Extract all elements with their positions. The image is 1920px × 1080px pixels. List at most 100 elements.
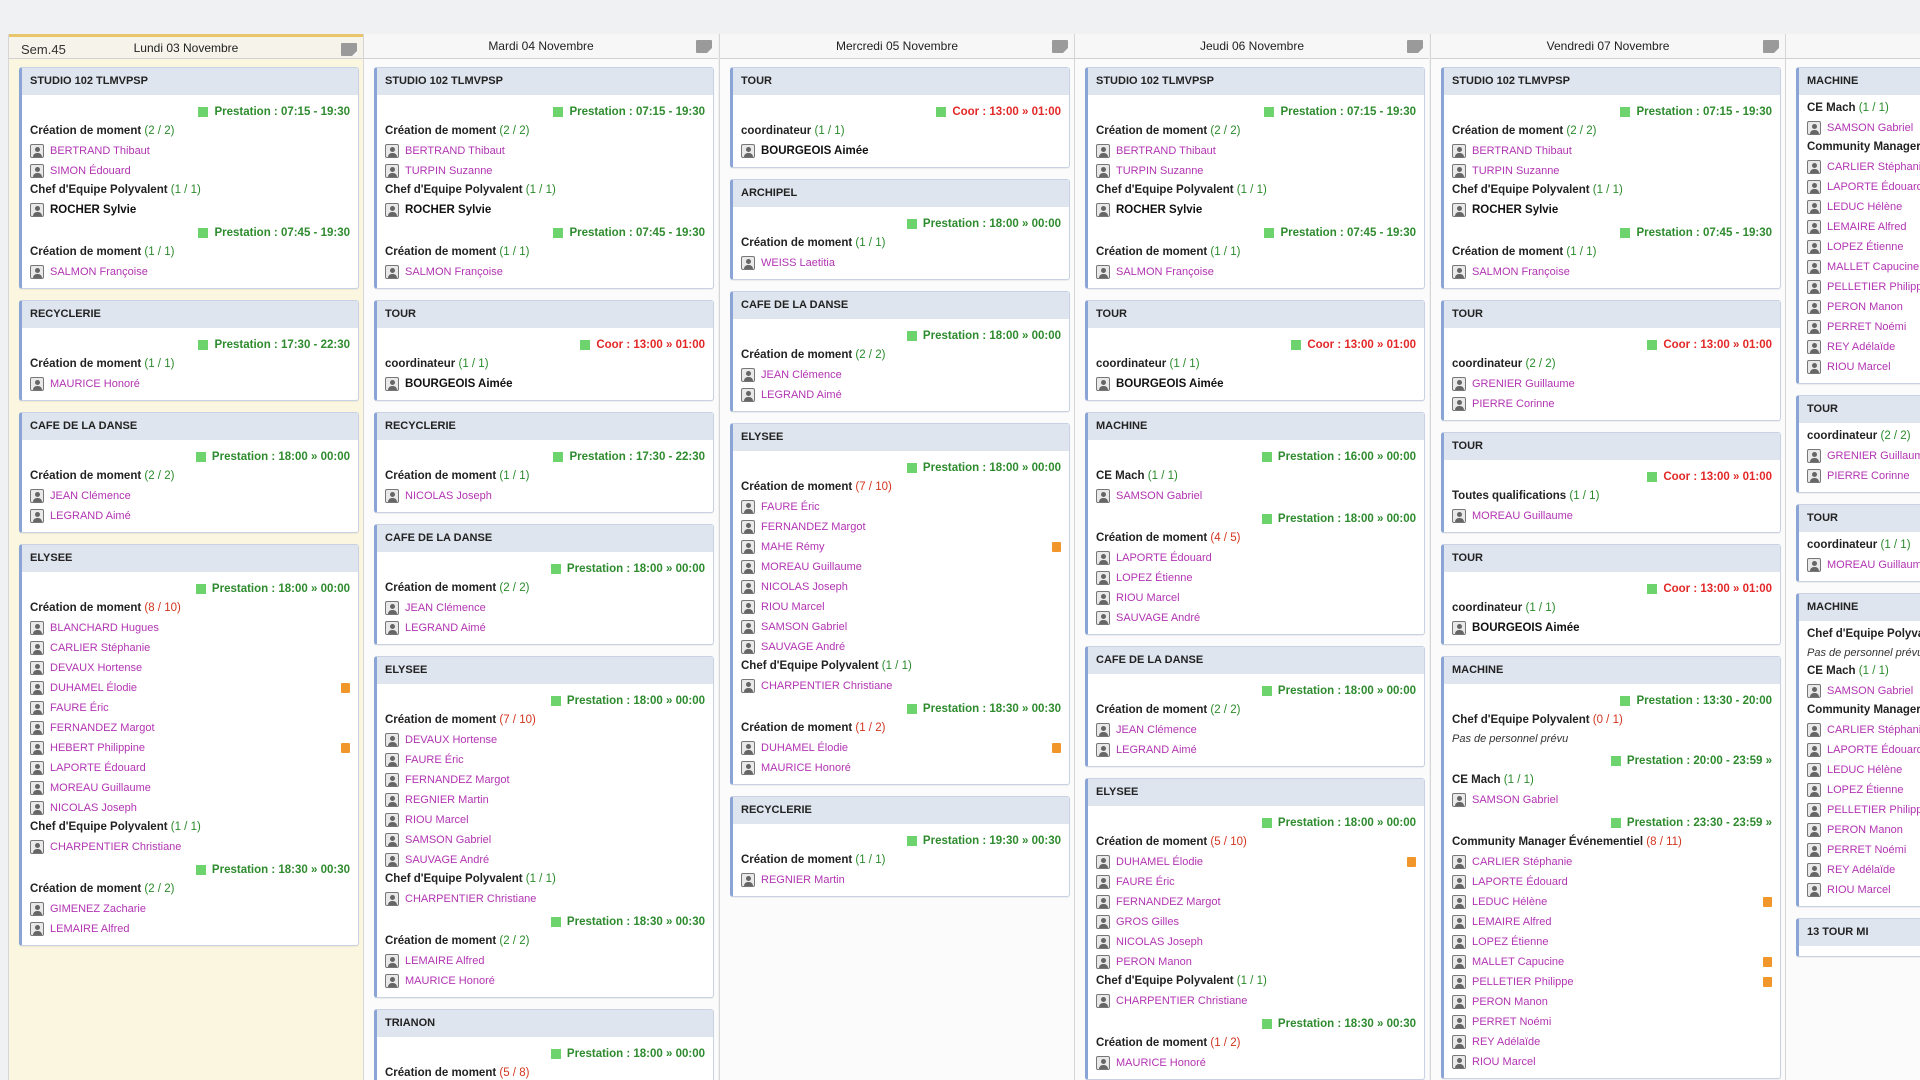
staff-name[interactable]: RIOU Marcel	[1827, 884, 1891, 896]
staff-name[interactable]: CARLIER Stéphanie	[1472, 856, 1572, 868]
event-venue-title[interactable]: TOUR	[1444, 545, 1780, 572]
warning-icon[interactable]	[1763, 897, 1772, 907]
staff-member[interactable]: SALMON Françoise	[1452, 262, 1772, 282]
staff-member[interactable]: CARLIER Stéphanie	[1807, 157, 1920, 177]
staff-member[interactable]: MAURICE Honoré	[1096, 1053, 1416, 1073]
event-venue-title[interactable]: STUDIO 102 TLMVPSP	[1088, 68, 1424, 95]
staff-name[interactable]: GRENIER Guillaume	[1472, 378, 1575, 390]
staff-name[interactable]: BERTRAND Thibaut	[50, 145, 150, 157]
staff-name[interactable]: SAMSON Gabriel	[1472, 794, 1558, 806]
staff-name[interactable]: PIERRE Corinne	[1472, 398, 1555, 410]
event-card[interactable]: RECYCLERIE Prestation : 17:30 - 22:30 Créa…	[374, 412, 714, 513]
staff-member[interactable]: LEMAIRE Alfred	[1807, 217, 1920, 237]
staff-member[interactable]: PERON Manon	[1096, 952, 1416, 972]
staff-name[interactable]: LAPORTE Édouard	[1827, 744, 1920, 756]
staff-member[interactable]: RIOU Marcel	[1452, 1052, 1772, 1072]
staff-name[interactable]: PELLETIER Philippe	[1827, 804, 1920, 816]
staff-name[interactable]: REY Adélaïde	[1827, 864, 1895, 876]
staff-name[interactable]: NICOLAS Joseph	[405, 490, 492, 502]
staff-member[interactable]: SAMSON Gabriel	[1807, 681, 1920, 701]
event-card[interactable]: CAFE DE LA DANSE Prestation : 18:00 » 00:…	[374, 524, 714, 645]
staff-member[interactable]: LEDUC Hélène	[1807, 197, 1920, 217]
event-card[interactable]: STUDIO 102 TLMVPSP Prestation : 07:15 - 1…	[374, 67, 714, 289]
event-card[interactable]: ELYSEE Prestation : 18:00 » 00:00 Création…	[19, 544, 359, 946]
staff-name[interactable]: MAURICE Honoré	[50, 378, 140, 390]
event-card[interactable]: ELYSEE Prestation : 18:00 » 00:00 Création…	[1085, 778, 1425, 1080]
staff-name[interactable]: RIOU Marcel	[405, 814, 469, 826]
event-card[interactable]: CAFE DE LA DANSE Prestation : 18:00 » 00:…	[730, 291, 1070, 412]
staff-member[interactable]: LAPORTE Édouard	[1096, 548, 1416, 568]
staff-name[interactable]: PERON Manon	[1116, 956, 1192, 968]
staff-name[interactable]: FERNANDEZ Margot	[761, 521, 866, 533]
staff-name[interactable]: PIERRE Corinne	[1827, 470, 1910, 482]
event-card[interactable]: 13 TOUR MI	[1796, 918, 1920, 957]
event-venue-title[interactable]: STUDIO 102 TLMVPSP	[377, 68, 713, 95]
staff-member[interactable]: BERTRAND Thibaut	[385, 141, 705, 161]
staff-name[interactable]: BOURGEOIS Aimée	[761, 145, 869, 157]
staff-name[interactable]: SAMSON Gabriel	[405, 834, 491, 846]
staff-member[interactable]: LOPEZ Étienne	[1452, 932, 1772, 952]
staff-member[interactable]: REY Adélaïde	[1452, 1032, 1772, 1052]
staff-name[interactable]: MALLET Capucine	[1472, 956, 1564, 968]
staff-member[interactable]: BOURGEOIS Aimée	[741, 141, 1061, 161]
staff-member[interactable]: NICOLAS Joseph	[385, 486, 705, 506]
staff-name[interactable]: CHARPENTIER Christiane	[405, 893, 536, 905]
day-header[interactable]: Jeudi 06 Novembre	[1075, 34, 1429, 59]
staff-member[interactable]: LAPORTE Édouard	[1807, 177, 1920, 197]
staff-name[interactable]: PERRET Noémi	[1472, 1016, 1551, 1028]
staff-member[interactable]: CHARPENTIER Christiane	[30, 837, 350, 857]
staff-member[interactable]: CARLIER Stéphanie	[30, 638, 350, 658]
staff-name[interactable]: LOPEZ Étienne	[1116, 572, 1192, 584]
event-card[interactable]: TOUR Coor : 13:00 » 01:00 Toutes qualifica…	[1441, 432, 1781, 533]
staff-name[interactable]: FAURE Éric	[405, 754, 464, 766]
staff-member[interactable]: MALLET Capucine	[1807, 257, 1920, 277]
staff-name[interactable]: CHARPENTIER Christiane	[50, 841, 181, 853]
day-note-icon[interactable]	[341, 43, 357, 56]
staff-name[interactable]: LAPORTE Édouard	[50, 762, 146, 774]
event-card[interactable]: RECYCLERIE Prestation : 17:30 - 22:30 Créa…	[19, 300, 359, 401]
warning-icon[interactable]	[1763, 957, 1772, 967]
staff-name[interactable]: FAURE Éric	[761, 501, 820, 513]
event-card[interactable]: RECYCLERIE Prestation : 19:30 » 00:30 Créa…	[730, 796, 1070, 897]
staff-name[interactable]: REY Adélaïde	[1827, 341, 1895, 353]
event-venue-title[interactable]: ELYSEE	[1088, 779, 1424, 806]
staff-member[interactable]: JEAN Clémence	[1096, 720, 1416, 740]
warning-icon[interactable]	[1763, 977, 1772, 987]
event-card[interactable]: MACHINE Prestation : 16:00 » 00:00 CE Mach…	[1085, 412, 1425, 635]
staff-member[interactable]: MAHE Rémy	[741, 537, 1061, 557]
staff-member[interactable]: PELLETIER Philippe	[1807, 277, 1920, 297]
staff-name[interactable]: TURPIN Suzanne	[1116, 165, 1203, 177]
staff-name[interactable]: BERTRAND Thibaut	[1472, 145, 1572, 157]
event-card[interactable]: MACHINEChef d'Equipe Polyvale Pas de per…	[1796, 593, 1920, 907]
staff-member[interactable]: LAPORTE Édouard	[1452, 872, 1772, 892]
event-card[interactable]: TOUR Coor : 13:00 » 01:00 coordinateur (1 …	[730, 67, 1070, 168]
staff-member[interactable]: GRENIER Guillaume	[1452, 374, 1772, 394]
day-header[interactable]: Vendredi 07 Novembre	[1431, 34, 1785, 59]
staff-member[interactable]: MOREAU Guillaume	[30, 778, 350, 798]
staff-member[interactable]: NICOLAS Joseph	[30, 798, 350, 818]
staff-member[interactable]: PERRET Noémi	[1807, 317, 1920, 337]
staff-member[interactable]: RIOU Marcel	[1807, 357, 1920, 377]
staff-name[interactable]: PERON Manon	[1827, 301, 1903, 313]
event-venue-title[interactable]: CAFE DE LA DANSE	[377, 525, 713, 552]
staff-name[interactable]: RIOU Marcel	[1116, 592, 1180, 604]
staff-name[interactable]: MAURICE Honoré	[1116, 1057, 1206, 1069]
staff-member[interactable]: LEGRAND Aimé	[1096, 740, 1416, 760]
staff-member[interactable]: SALMON Françoise	[30, 262, 350, 282]
event-venue-title[interactable]: ELYSEE	[733, 424, 1069, 451]
staff-member[interactable]: FAURE Éric	[30, 698, 350, 718]
staff-member[interactable]: CARLIER Stéphanie	[1807, 720, 1920, 740]
staff-member[interactable]: MOREAU Guillaume	[1452, 506, 1772, 526]
staff-name[interactable]: CHARPENTIER Christiane	[1116, 995, 1247, 1007]
staff-member[interactable]: GIMENEZ Zacharie	[30, 899, 350, 919]
event-venue-title[interactable]: CAFE DE LA DANSE	[733, 292, 1069, 319]
event-card[interactable]: ELYSEE Prestation : 18:00 » 00:00 Création…	[374, 656, 714, 998]
staff-name[interactable]: MAURICE Honoré	[405, 975, 495, 987]
staff-name[interactable]: DUHAMEL Élodie	[50, 682, 137, 694]
staff-member[interactable]: TURPIN Suzanne	[1096, 161, 1416, 181]
staff-name[interactable]: CARLIER Stéphanie	[50, 642, 150, 654]
staff-member[interactable]: FERNANDEZ Margot	[741, 517, 1061, 537]
staff-member[interactable]: NICOLAS Joseph	[1096, 932, 1416, 952]
staff-member[interactable]: JEAN Clémence	[385, 598, 705, 618]
staff-member[interactable]: REY Adélaïde	[1807, 860, 1920, 880]
